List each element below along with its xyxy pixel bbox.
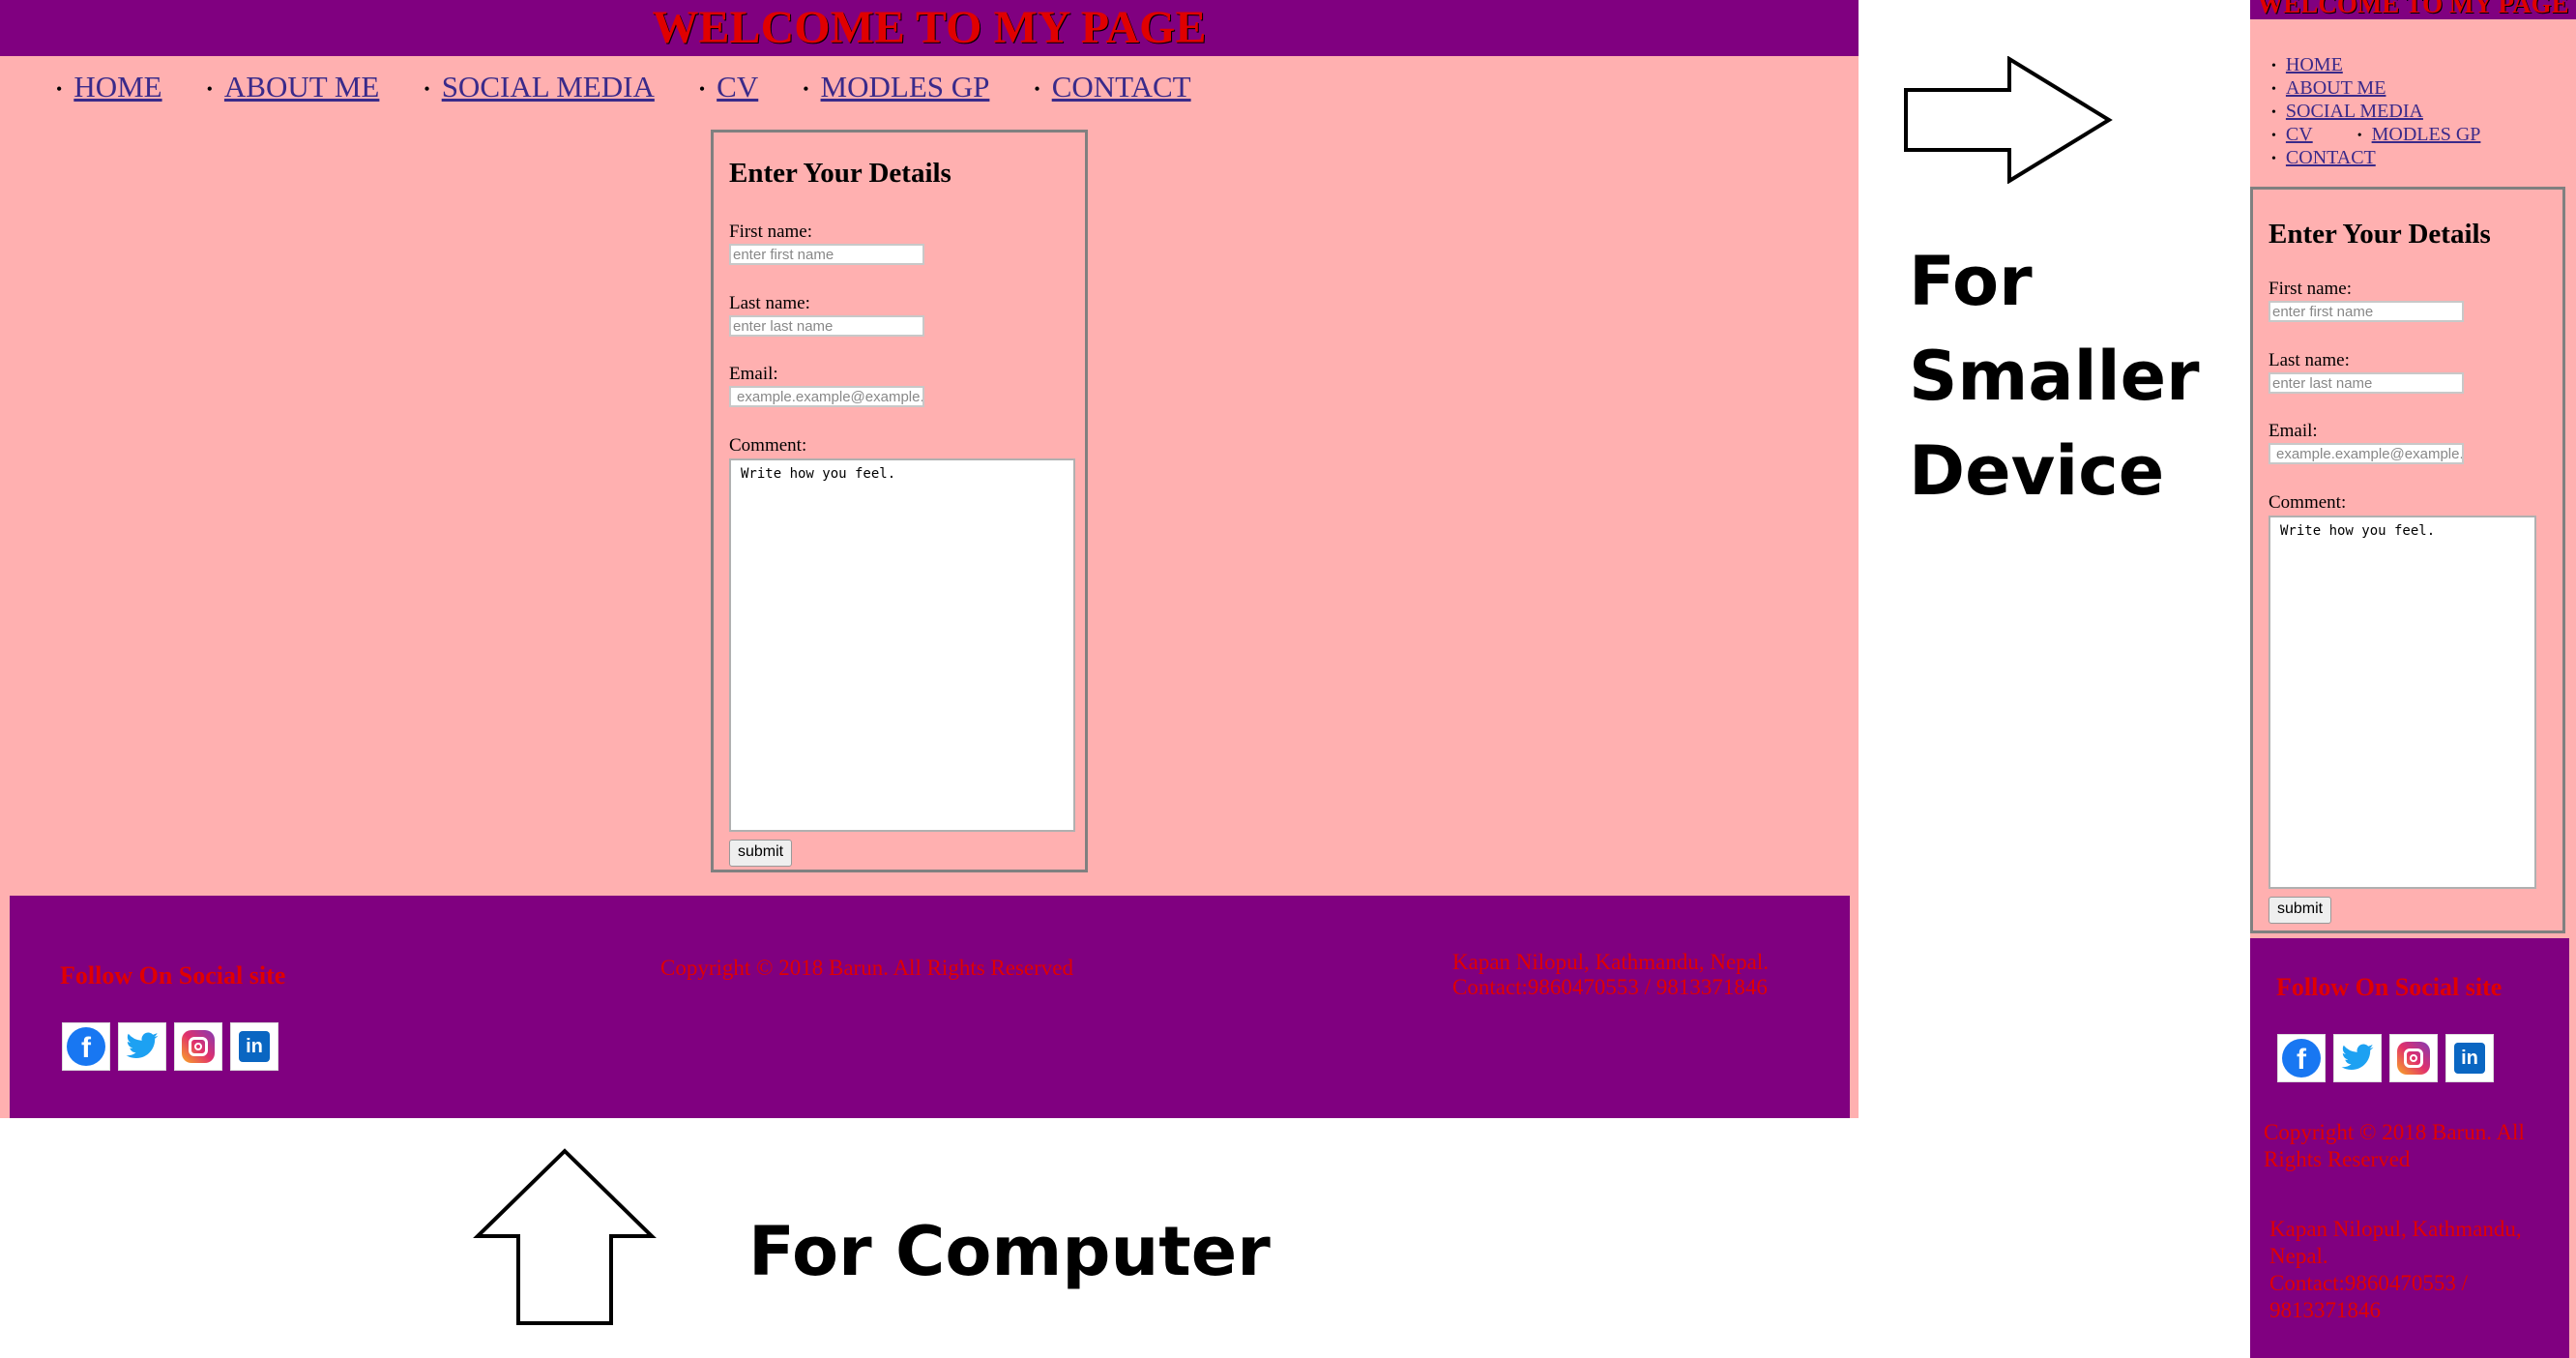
desktop-preview: WELCOME TO MY PAGE HOME ABOUT ME SOCIAL …: [0, 0, 1859, 1118]
note-line-3: Device: [1909, 431, 2165, 511]
last-name-input[interactable]: enter last name: [729, 315, 924, 337]
copyright-text: Copyright © 2018 Barun. All Rights Reser…: [660, 956, 1073, 980]
nav-item-contact: CONTACT: [1034, 70, 1191, 104]
mobile-twitter-icon[interactable]: [2333, 1034, 2382, 1082]
mobile-follow-heading: Follow On Social site: [2276, 973, 2503, 1001]
mobile-nav-item-cv: CV MODLES GP: [2286, 124, 2481, 147]
instagram-icon[interactable]: [174, 1022, 222, 1071]
mobile-nav-item-social: SOCIAL MEDIA: [2286, 101, 2480, 124]
mobile-nav-link-social[interactable]: SOCIAL MEDIA: [2286, 101, 2423, 122]
mobile-last-name-label: Last name:: [2269, 350, 2350, 370]
email-input[interactable]: example.example@example.com: [729, 386, 924, 407]
follow-heading: Follow On Social site: [60, 961, 286, 989]
mobile-comment-textarea[interactable]: Write how you feel.: [2269, 516, 2536, 889]
mobile-nav-link-about[interactable]: ABOUT ME: [2286, 77, 2386, 99]
comment-label: Comment:: [729, 435, 807, 456]
mobile-first-name-input[interactable]: enter first name: [2269, 301, 2464, 322]
smaller-device-note: For Smaller Device: [1909, 234, 2200, 518]
mobile-linkedin-icon[interactable]: in: [2445, 1034, 2494, 1082]
first-name-label: First name:: [729, 221, 813, 242]
nav-menu: HOME ABOUT ME SOCIAL MEDIA CV MODLES GP …: [56, 70, 1232, 104]
mobile-social-icons: f in: [2277, 1034, 2494, 1082]
site-footer: Follow On Social site f in Copyright © 2…: [10, 896, 1850, 1118]
mobile-nav-menu: HOME ABOUT ME SOCIAL MEDIA CV MODLES GP C…: [2286, 54, 2481, 170]
nav-item-modles: MODLES GP: [803, 70, 990, 104]
first-name-input[interactable]: enter first name: [729, 244, 924, 265]
mobile-site-footer: Follow On Social site f in Copyright © 2…: [2250, 938, 2569, 1358]
address-block: Kapan Nilopul, Kathmandu, Nepal. Contact…: [1452, 950, 1769, 1000]
contact-text: Contact:9860470553 / 9813371846: [1452, 975, 1768, 999]
nav-item-social: SOCIAL MEDIA: [424, 70, 655, 104]
mobile-nav-item-modles: MODLES GP: [2357, 124, 2481, 147]
nav-link-modles[interactable]: MODLES GP: [821, 70, 990, 103]
twitter-icon[interactable]: [118, 1022, 166, 1071]
note-line-1: For: [1909, 242, 2033, 321]
mobile-instagram-icon[interactable]: [2389, 1034, 2438, 1082]
submit-button[interactable]: submit: [729, 840, 793, 867]
mobile-email-label: Email:: [2269, 421, 2318, 441]
mobile-copyright-text: Copyright © 2018 Barun. All Rights Reser…: [2264, 1120, 2525, 1171]
mobile-nav-item-about: ABOUT ME: [2286, 77, 2480, 101]
nav-item-about: ABOUT ME: [207, 70, 379, 104]
nav-item-home: HOME: [56, 70, 161, 104]
site-header: WELCOME TO MY PAGE: [0, 0, 1859, 56]
nav-item-cv: CV: [699, 70, 758, 104]
computer-note: For Computer: [748, 1212, 1271, 1291]
mobile-nav-link-home[interactable]: HOME: [2286, 54, 2343, 75]
mobile-email-input[interactable]: example.example@example.com: [2269, 443, 2464, 464]
mobile-first-name-label: First name:: [2269, 279, 2353, 299]
mobile-nav-link-modles[interactable]: MODLES GP: [2372, 124, 2481, 145]
details-form: Enter Your Details First name: enter fir…: [711, 130, 1088, 872]
nav-link-contact[interactable]: CONTACT: [1052, 70, 1191, 103]
nav-link-cv[interactable]: CV: [717, 70, 758, 103]
email-label: Email:: [729, 364, 778, 384]
mobile-nav-link-cv[interactable]: CV: [2286, 124, 2313, 145]
mobile-nav-item-home: HOME: [2286, 54, 2480, 77]
social-icons: f in: [62, 1022, 278, 1071]
nav-link-home[interactable]: HOME: [73, 70, 161, 103]
mobile-address-text: Kapan Nilopul, Kathmandu, Nepal.: [2269, 1217, 2522, 1268]
mobile-details-form: Enter Your Details First name: enter fir…: [2250, 187, 2565, 933]
mobile-comment-label: Comment:: [2269, 492, 2347, 513]
note-line-2: Smaller: [1909, 337, 2200, 416]
comment-textarea[interactable]: Write how you feel.: [729, 458, 1075, 832]
mobile-submit-button[interactable]: submit: [2269, 897, 2332, 924]
mobile-facebook-icon[interactable]: f: [2277, 1034, 2326, 1082]
mobile-last-name-input[interactable]: enter last name: [2269, 372, 2464, 394]
facebook-icon[interactable]: f: [62, 1022, 110, 1071]
site-title: WELCOME TO MY PAGE: [652, 2, 1207, 53]
mobile-preview: WELCOME TO MY PAGE HOME ABOUT ME SOCIAL …: [2250, 0, 2576, 1358]
mobile-contact-text: Contact:9860470553 / 9813371846: [2269, 1271, 2469, 1322]
address-text: Kapan Nilopul, Kathmandu, Nepal.: [1452, 950, 1770, 974]
mobile-nav-link-contact[interactable]: CONTACT: [2286, 147, 2376, 168]
mobile-nav-item-contact: CONTACT: [2286, 147, 2480, 170]
mobile-address-block: Kapan Nilopul, Kathmandu, Nepal. Contact…: [2269, 1216, 2560, 1324]
nav-link-about[interactable]: ABOUT ME: [224, 70, 379, 103]
up-arrow-icon: [473, 1148, 657, 1325]
last-name-label: Last name:: [729, 293, 810, 313]
nav-link-social[interactable]: SOCIAL MEDIA: [442, 70, 655, 103]
linkedin-icon[interactable]: in: [230, 1022, 278, 1071]
mobile-site-title: WELCOME TO MY PAGE: [2257, 0, 2569, 18]
mobile-site-header: WELCOME TO MY PAGE: [2250, 0, 2576, 19]
mobile-form-heading: Enter Your Details: [2269, 219, 2491, 250]
form-heading: Enter Your Details: [729, 158, 951, 189]
right-arrow-icon: [1904, 56, 2113, 184]
